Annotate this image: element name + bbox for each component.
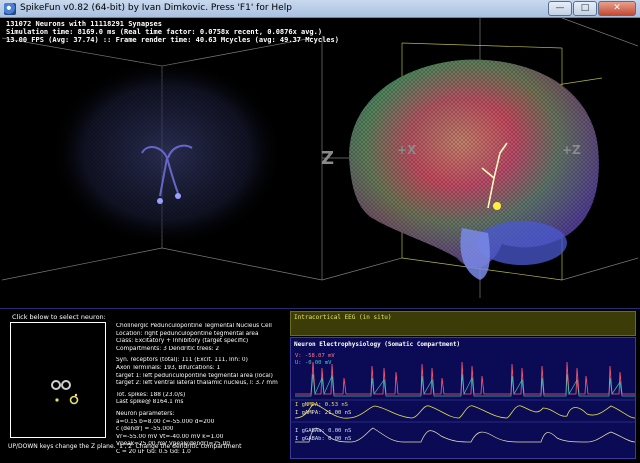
neuron-slice-view[interactable] (10, 322, 106, 438)
selector-label: Click below to select neuron: (12, 313, 106, 321)
neuron-compartments: Compartments: 3 Dendritic trees: 2 (116, 345, 220, 352)
neuron-total-spikes: Tot. spikes: 188 (23.0/s) (116, 391, 186, 398)
neuron-class: Class: Excitatory + Inhibitory (target s… (116, 338, 249, 345)
hud-fps: 13.00 FPS (Avg: 37.74) :: Frame render t… (6, 36, 339, 44)
brain-render (2, 18, 638, 298)
neuron-info: Cholinergic Pedunculopontine Tegmental N… (116, 323, 288, 457)
selector-help-text: UP/DOWN keys change the Z plane. '1','2'… (8, 443, 242, 450)
v-readout: V: -58.07 mV (295, 353, 335, 359)
neuron-param-3: Vr=-55.00 mV Vt=-40.00 mV k=1.00 (116, 433, 224, 440)
maximize-button[interactable]: □ (573, 1, 597, 16)
minimize-button[interactable]: — (548, 1, 572, 16)
neuron-axon-terminals: Axon Terminals: 193, Bifurcations: 1 (116, 364, 221, 371)
neuron-params-title: Neuron parameters: (116, 410, 175, 417)
neuron-param-2: c (dendr) = -55.000 (116, 426, 174, 433)
window-controls: — □ ✕ (548, 1, 636, 16)
neuron-param-5: C = 20 uF Gu: 0.5 Gd: 1.0 (116, 448, 191, 455)
window-title: SpikeFun v0.82 (64-bit) by Ivan Dimkovic… (20, 3, 292, 13)
neuron-selector-panel: Click below to select neuron: Cholinergi… (6, 313, 286, 455)
neuron-location: Location: right pedunculopontine tegment… (116, 330, 259, 337)
neuron-syn-receptors: Syn. receptors (total): 111 (Excit. 111,… (116, 357, 248, 364)
slice-plot (51, 380, 79, 405)
eeg-label: Intracortical EEG (in situ) (294, 314, 392, 321)
axis-label-x: +X (397, 143, 417, 157)
neuron-target-1: target 1: left pedunculopontine tegmenta… (116, 372, 273, 379)
ggabab-readout: I gGABAb: 0.00 nS (295, 436, 352, 442)
window-titlebar[interactable]: SpikeFun v0.82 (64-bit) by Ivan Dimkovic… (0, 0, 640, 18)
close-button[interactable]: ✕ (598, 1, 636, 16)
gampa-readout: I gAMPA: 21.00 nS (295, 410, 352, 416)
neuron-target-2: target 2: left ventral lateral thalamic … (116, 380, 278, 387)
3d-viewport[interactable]: 131072 Neurons with 11118291 Synapses Si… (2, 18, 638, 308)
hud-neuron-count: 131072 Neurons with 11118291 Synapses (6, 20, 162, 28)
eeg-panel: Intracortical EEG (in situ) (290, 311, 636, 336)
app-icon (4, 3, 16, 15)
u-readout: U: -0.00 mV (295, 360, 332, 366)
gnmda-readout: I gNMDA: 0.53 nS (295, 402, 348, 408)
hud-simulation-time: Simulation time: 8169.0 ms (Real time fa… (6, 28, 323, 36)
ggabaa-readout: I gGABAa: 0.00 nS (295, 428, 352, 434)
electrophysiology-panel: Neuron Electrophysiology (Somatic Compar… (290, 337, 636, 459)
neuron-param-1: a=0.15 b=8.00 c=-55.000 d=200 (116, 418, 215, 425)
neuron-name: Cholinergic Pedunculopontine Tegmental N… (116, 323, 272, 329)
axis-label-z: Z (321, 148, 335, 169)
axis-label-z-right: +Z (562, 143, 581, 157)
neuron-last-spike: Last spike@ 8164.1 ms (116, 399, 184, 406)
